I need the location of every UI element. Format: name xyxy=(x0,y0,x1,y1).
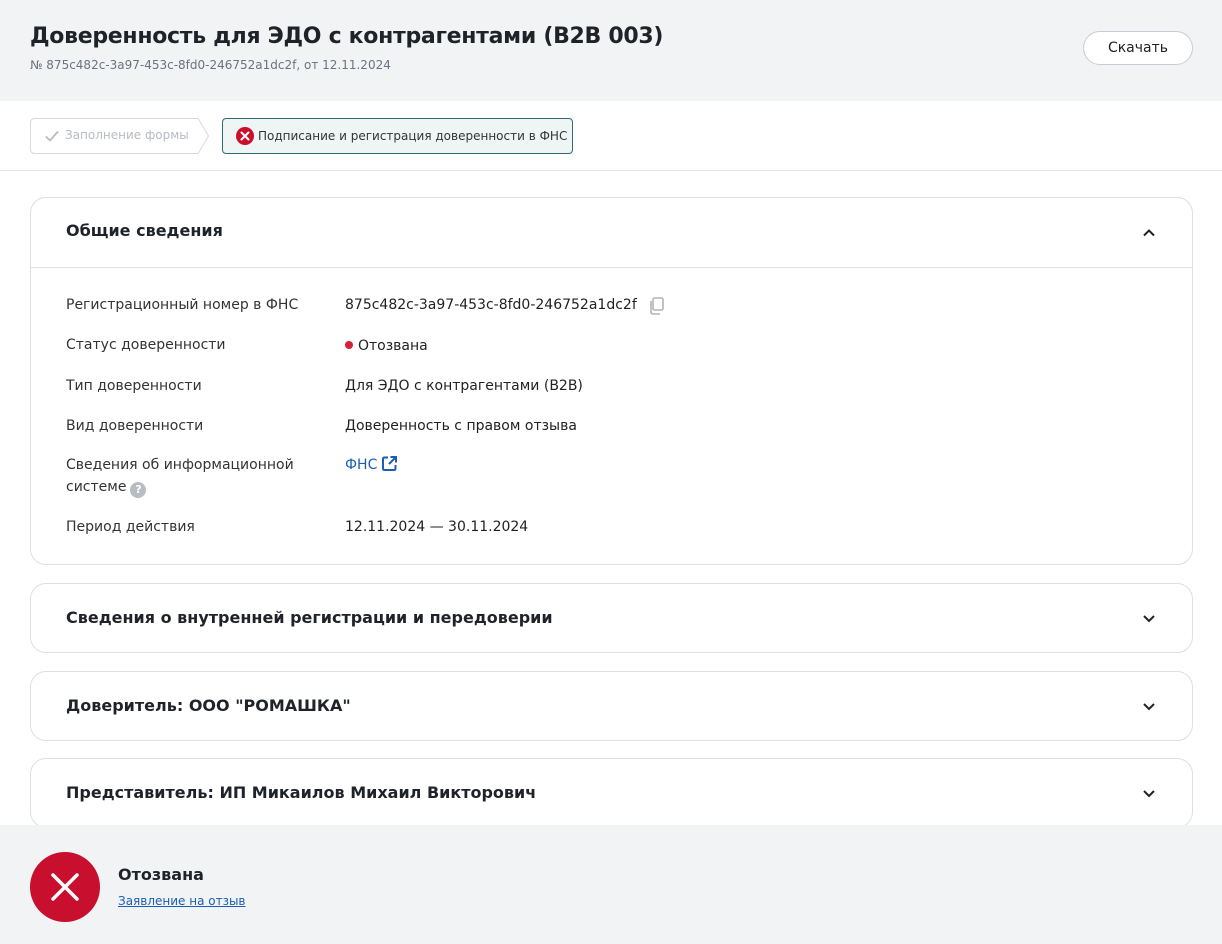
field-label: Вид доверенности xyxy=(66,418,204,434)
check-icon xyxy=(45,130,59,142)
copy-icon[interactable] xyxy=(648,297,664,315)
validity-period: 12.11.2024 — 30.11.2024 xyxy=(345,519,529,535)
status-dot xyxy=(345,341,353,349)
help-icon[interactable]: ? xyxy=(130,482,147,498)
step-fill-form[interactable]: Заполнение формы xyxy=(30,118,210,154)
chevron-down-icon[interactable] xyxy=(1142,702,1156,711)
revocation-statement-link[interactable]: Заявление на отзыв xyxy=(118,894,246,908)
field-label-text: системе xyxy=(66,479,127,495)
field-label: Сведения об информационной xyxy=(66,457,294,473)
step-label: Заполнение формы xyxy=(65,128,189,142)
document-number: № 875c482c-3a97-453c-8fd0-246752a1dc2f, … xyxy=(30,58,391,72)
section-heading: Сведения о внутренней регистрации и пере… xyxy=(66,608,553,627)
chevron-up-icon[interactable] xyxy=(1142,228,1156,237)
download-button[interactable]: Скачать xyxy=(1083,31,1193,65)
status-title: Отозвана xyxy=(118,865,204,884)
chevron-down-icon[interactable] xyxy=(1142,614,1156,623)
kind-value: Доверенность с правом отзыва xyxy=(345,418,577,434)
page-header: Доверенность для ЭДО с контрагентами (B2… xyxy=(0,0,1222,101)
page-title: Доверенность для ЭДО с контрагентами (B2… xyxy=(30,24,664,49)
status-value: Отозвана xyxy=(345,335,428,357)
internal-registration-card[interactable]: Сведения о внутренней регистрации и пере… xyxy=(30,583,1193,653)
stepper: Заполнение формы Подписание и регистраци… xyxy=(0,101,1222,171)
section-heading[interactable]: Общие сведения xyxy=(66,221,223,240)
external-link-icon[interactable] xyxy=(381,455,398,472)
representative-card[interactable]: Представитель: ИП Микаилов Михаил Виктор… xyxy=(30,758,1193,828)
info-system-value: ФНС xyxy=(345,454,398,476)
field-label-cont: системе? xyxy=(66,476,147,498)
principal-card[interactable]: Доверитель: ООО "РОМАШКА" xyxy=(30,671,1193,741)
divider xyxy=(31,267,1192,268)
fns-reg-number: 875c482c-3a97-453c-8fd0-246752a1dc2f xyxy=(345,297,637,313)
fns-link[interactable]: ФНС xyxy=(345,457,377,473)
error-icon xyxy=(236,127,254,145)
field-label: Регистрационный номер в ФНС xyxy=(66,297,299,313)
step-sign-register[interactable]: Подписание и регистрация доверенности в … xyxy=(222,118,573,154)
field-label: Тип доверенности xyxy=(66,378,202,394)
field-label: Статус доверенности xyxy=(66,337,226,353)
section-heading: Представитель: ИП Микаилов Михаил Виктор… xyxy=(66,783,537,802)
type-value: Для ЭДО с контрагентами (B2B) xyxy=(345,378,583,394)
section-heading: Доверитель: ООО "РОМАШКА" xyxy=(66,696,351,715)
status-text: Отозвана xyxy=(358,338,428,354)
status-footer: Отозвана Заявление на отзыв xyxy=(0,825,1222,944)
step-label: Подписание и регистрация доверенности в … xyxy=(258,129,568,143)
revoked-icon xyxy=(30,852,100,922)
field-label: Период действия xyxy=(66,519,195,535)
chevron-down-icon[interactable] xyxy=(1142,789,1156,798)
general-info-card: Общие сведения Регистрационный номер в Ф… xyxy=(30,197,1193,565)
